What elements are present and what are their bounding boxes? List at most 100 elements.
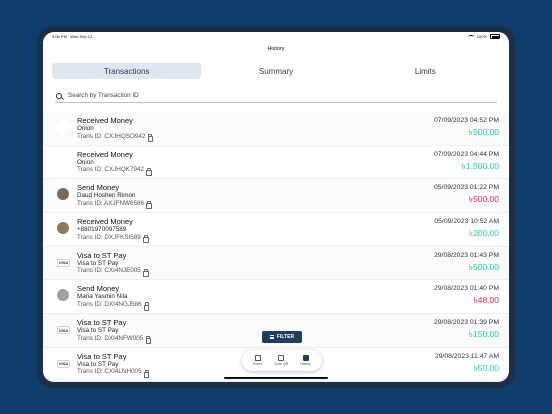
transaction-amount: ৳48.00 xyxy=(473,295,499,306)
battery-percent: 100% xyxy=(476,34,487,39)
page-title: History xyxy=(267,46,285,52)
transaction-id: Trans ID: DXI4NFW005 xyxy=(77,334,144,342)
transaction-details: Received Money Onion Trans ID: CXJHQSO94… xyxy=(77,116,154,143)
transaction-row[interactable]: VISA Visa to ST Pay Visa to ST Pay Trans… xyxy=(43,246,509,281)
avatar xyxy=(57,121,69,133)
transaction-subtitle: Onion xyxy=(77,158,94,166)
segmented-tabs: Transactions Summary Limits xyxy=(52,63,500,79)
transaction-details: Visa to ST Pay Visa to ST Pay Trans ID: … xyxy=(77,351,150,378)
filter-button[interactable]: FILTER xyxy=(262,331,302,343)
tab-limits[interactable]: Limits xyxy=(351,63,500,79)
transaction-subtitle: Onion xyxy=(77,125,94,132)
transaction-id-line: Trans ID: CXI4NJE005 xyxy=(77,267,149,277)
tab-transactions[interactable]: Transactions xyxy=(52,63,202,79)
home-indicator xyxy=(224,377,328,379)
transaction-id: Trans ID: AXJFNW6586 xyxy=(77,199,144,207)
qr-icon xyxy=(278,355,285,361)
transaction-title: Received Money xyxy=(77,116,133,125)
transaction-title: Send Money xyxy=(77,284,120,294)
search-input[interactable] xyxy=(68,92,488,99)
transaction-amount: ৳500.00 xyxy=(468,261,499,272)
transaction-details: Received Money Onion Trans ID: CXJHQK794… xyxy=(77,149,152,176)
copy-icon[interactable] xyxy=(146,167,152,176)
transaction-row[interactable]: Received Money +8801970097589 Trans ID: … xyxy=(43,213,509,247)
transaction-title: Visa to ST Pay xyxy=(77,318,127,328)
transaction-id-line: Trans ID: CXJHQSO942 xyxy=(77,132,154,143)
app-screen: 3:06 PM Wed Sep 13 100% History Transact… xyxy=(43,32,509,382)
copy-icon[interactable] xyxy=(146,201,152,210)
transaction-date: 07/09/2023 04:52 PM xyxy=(434,117,499,124)
copy-icon[interactable] xyxy=(147,134,154,143)
transaction-title: Received Money xyxy=(77,149,133,159)
tab-summary[interactable]: Summary xyxy=(201,63,350,79)
transaction-subtitle: Daud Hoshen Rimon xyxy=(77,192,136,200)
visa-card-icon: VISA xyxy=(57,258,70,267)
home-icon xyxy=(254,355,261,361)
nav-label-home: Home xyxy=(252,362,263,366)
nav-item-scan-qr[interactable]: Scan QR xyxy=(274,355,288,366)
nav-label-scan-qr: Scan QR xyxy=(274,362,289,366)
search-bar xyxy=(55,89,497,103)
transaction-id: Trans ID: DXI4NGJ586 xyxy=(77,300,142,308)
wifi-icon xyxy=(467,34,474,39)
transaction-date: 07/09/2023 04:44 PM xyxy=(434,150,499,158)
transaction-id: Trans ID: CXJHQK7942 xyxy=(77,166,144,174)
transaction-amount: ৳1,500.00 xyxy=(461,160,499,171)
transaction-meta: 29/08/2023 01:40 PM ৳48.00 xyxy=(434,284,499,306)
transaction-id-line: Trans ID: DXI4NFW005 xyxy=(77,334,152,345)
nav-item-history[interactable]: History xyxy=(300,355,311,366)
copy-icon[interactable] xyxy=(143,302,150,311)
transaction-date: 29/08/2023 01:40 PM xyxy=(434,285,499,293)
avatar xyxy=(57,222,69,235)
transaction-subtitle: Maria Yasmin Nila xyxy=(77,293,128,301)
transaction-date: 29/08/2023 01:43 PM xyxy=(434,251,499,259)
transaction-title: Visa to ST Pay xyxy=(77,250,127,260)
transaction-details: Visa to ST Pay Visa to ST Pay Trans ID: … xyxy=(77,318,152,345)
visa-card-icon: VISA xyxy=(57,359,70,368)
copy-icon[interactable] xyxy=(143,268,149,277)
status-left: 3:06 PM Wed Sep 13 xyxy=(52,34,92,39)
transaction-id: Trans ID: CXI4LNH005 xyxy=(77,368,142,376)
transaction-meta: 29/08/2023 11:47 AM ৳50.00 xyxy=(435,352,499,374)
filter-label: FILTER xyxy=(276,334,295,340)
transaction-details: Send Money Daud Hoshen Rimon Trans ID: A… xyxy=(77,183,152,210)
transaction-subtitle: Visa to ST Pay xyxy=(77,259,119,267)
transaction-date: 05/09/2023 10:52 AM xyxy=(434,218,499,226)
transaction-meta: 29/08/2023 01:39 PM ৳150.00 xyxy=(434,318,499,340)
transaction-subtitle: +8801970097589 xyxy=(77,226,127,234)
transaction-subtitle: Visa to ST Pay xyxy=(77,327,119,335)
copy-icon[interactable] xyxy=(145,336,152,345)
transaction-amount: ৳200.00 xyxy=(468,228,499,239)
transaction-date: 29/08/2023 11:47 AM xyxy=(434,352,499,360)
navigation-bar: History xyxy=(43,41,509,57)
copy-icon[interactable] xyxy=(143,235,149,244)
status-bar: 3:06 PM Wed Sep 13 100% xyxy=(43,32,509,41)
transaction-date: 05/09/2023 01:22 PM xyxy=(434,184,499,192)
status-date: Wed Sep 13 xyxy=(70,34,93,39)
transaction-id-line: Trans ID: AXJFNW6586 xyxy=(77,199,152,210)
transaction-row[interactable]: Received Money Onion Trans ID: CXJHQK794… xyxy=(43,146,509,180)
transaction-id-line: Trans ID: DXJFKSI589 xyxy=(77,233,149,244)
transaction-meta: 05/09/2023 10:52 AM ৳200.00 xyxy=(434,217,499,239)
avatar xyxy=(57,289,69,302)
tablet-frame: 3:06 PM Wed Sep 13 100% History Transact… xyxy=(37,26,515,388)
copy-icon[interactable] xyxy=(143,369,150,378)
transaction-meta: 29/08/2023 01:43 PM ৳500.00 xyxy=(434,251,499,273)
transaction-id: Trans ID: CXJHQSO942 xyxy=(77,132,146,140)
transaction-amount: ৳500.00 xyxy=(468,127,499,137)
transaction-title: Visa to ST Pay xyxy=(77,351,127,361)
nav-label-history: History xyxy=(300,362,312,366)
visa-card-icon: VISA xyxy=(57,326,70,335)
transaction-row[interactable]: Send Money Daud Hoshen Rimon Trans ID: A… xyxy=(43,179,509,214)
transaction-amount: ৳150.00 xyxy=(468,329,499,340)
transaction-amount: ৳500.00 xyxy=(468,194,499,205)
status-right: 100% xyxy=(467,34,500,39)
nav-item-home[interactable]: Home xyxy=(253,355,262,366)
avatar xyxy=(57,154,69,167)
transaction-row[interactable]: Send Money Maria Yasmin Nila Trans ID: D… xyxy=(43,280,509,315)
search-icon xyxy=(56,92,62,99)
transaction-id: Trans ID: DXJFKSI589 xyxy=(77,233,141,241)
transaction-row[interactable]: Received Money Onion Trans ID: CXJHQSO94… xyxy=(43,112,509,146)
history-icon xyxy=(302,355,309,361)
transaction-id: Trans ID: CXI4NJE005 xyxy=(77,267,141,275)
